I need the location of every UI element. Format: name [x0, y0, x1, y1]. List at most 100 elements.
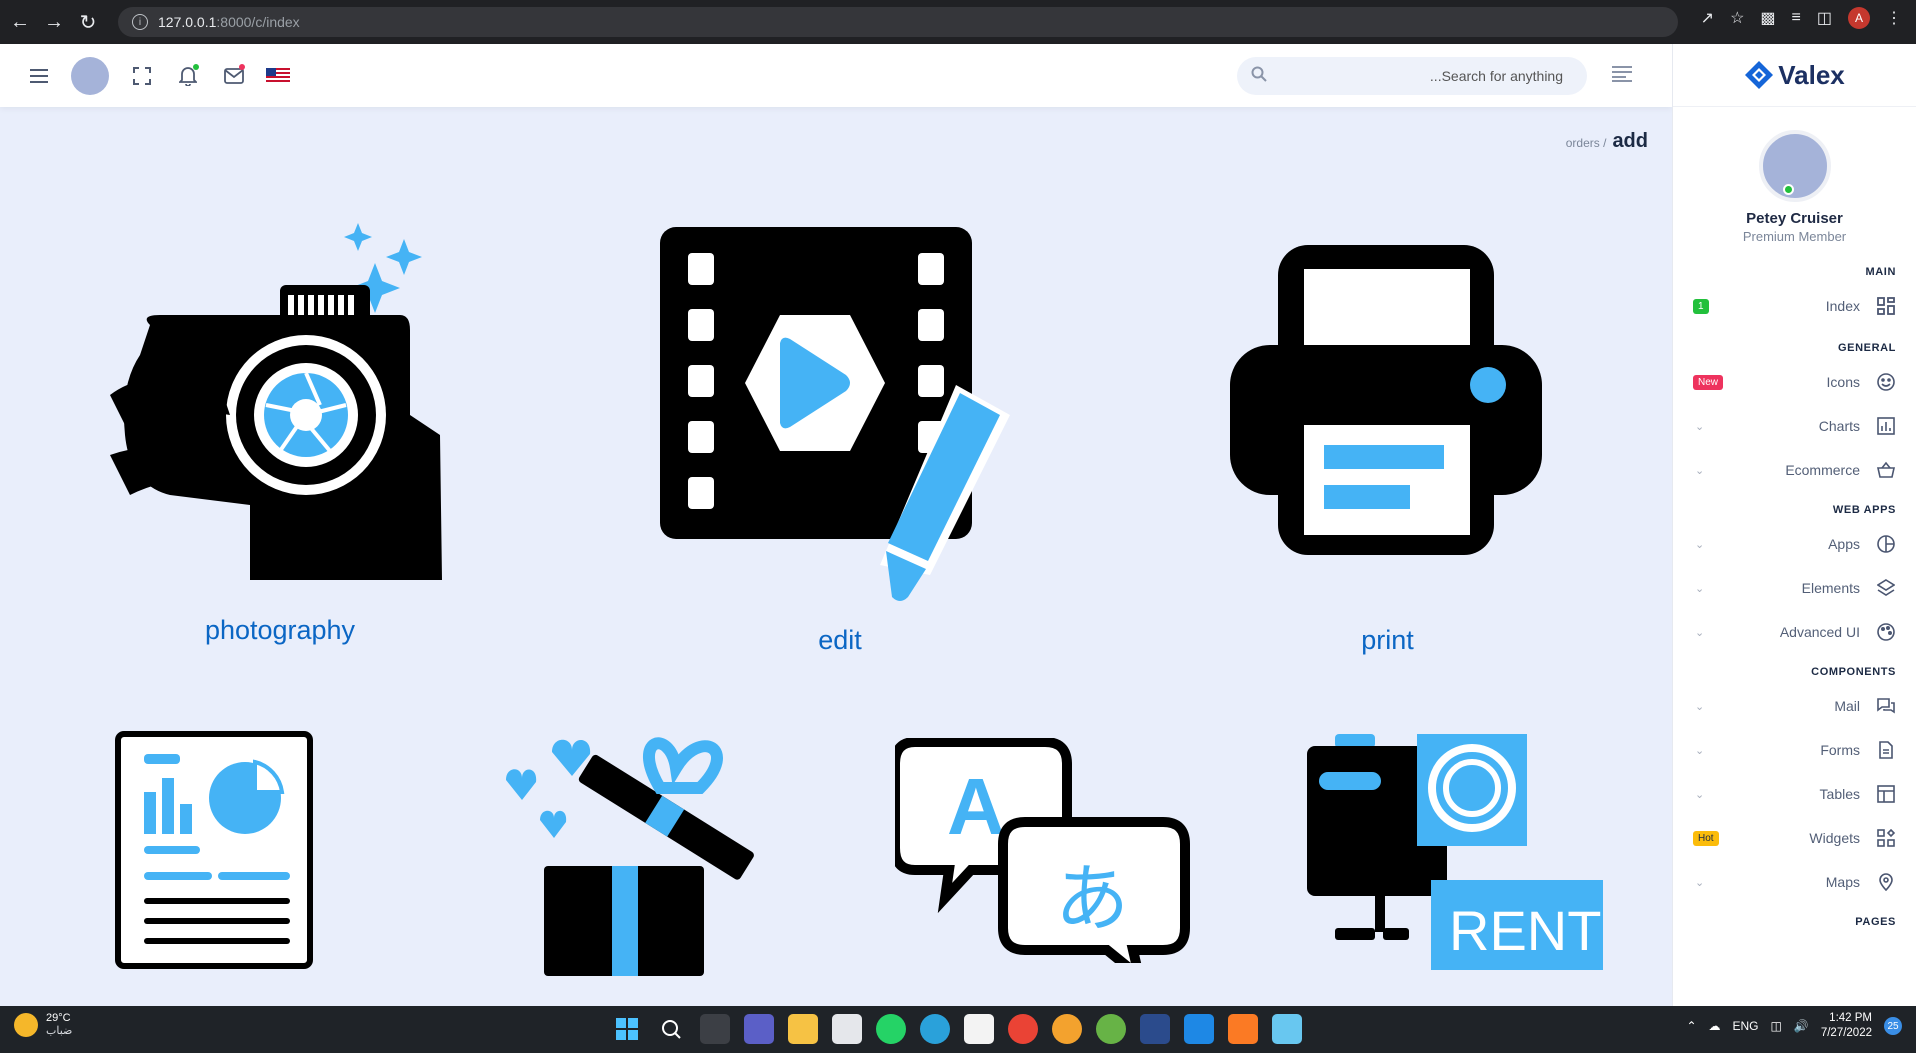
sidebar-item-charts[interactable]: ⌄ Charts [1673, 404, 1916, 448]
caption-print[interactable]: print [1230, 625, 1545, 656]
chat-bubbles-icon [1876, 696, 1896, 716]
sidebar-item-label: Maps [1825, 874, 1860, 890]
palette-icon [1876, 622, 1896, 642]
notification-count-badge[interactable]: 25 [1884, 1017, 1902, 1035]
translate-chat-icon: A あ [890, 737, 1190, 990]
caption-photography[interactable]: photography [110, 615, 450, 646]
extensions-icon[interactable]: ▩ [1760, 8, 1775, 28]
us-flag-icon[interactable] [265, 63, 291, 89]
sidebar-item-maps[interactable]: ⌄ Maps [1673, 860, 1916, 904]
layers-icon [1876, 578, 1896, 598]
mail-envelope-icon[interactable] [221, 63, 247, 89]
logo[interactable]: Valex [1673, 44, 1916, 107]
snipping-tool-icon[interactable] [964, 1014, 994, 1044]
notepad-icon[interactable] [1272, 1014, 1302, 1044]
hamburger-menu-icon[interactable] [26, 63, 52, 89]
vscode-icon[interactable] [1184, 1014, 1214, 1044]
user-avatar[interactable] [1758, 130, 1831, 202]
side-panel-icon[interactable]: ◫ [1817, 8, 1832, 28]
xampp-icon[interactable] [1228, 1014, 1258, 1044]
sidebar-item-label: Icons [1826, 374, 1860, 390]
windows-start-icon[interactable] [612, 1014, 642, 1044]
index-badge: 1 [1693, 298, 1709, 314]
brave-browser-icon[interactable] [1052, 1014, 1082, 1044]
chevron-down-icon: ⌄ [1695, 538, 1705, 551]
forward-arrow-icon[interactable]: → [40, 8, 68, 36]
network-icon[interactable]: ◫ [1771, 1019, 1782, 1033]
search-bar [1237, 57, 1587, 95]
menu-kebab-icon[interactable]: ⋮ [1886, 8, 1902, 28]
telegram-icon[interactable] [920, 1014, 950, 1044]
sidebar-item-label: Tables [1819, 786, 1860, 802]
smiley-icon [1876, 372, 1896, 392]
report-document-icon [115, 731, 313, 969]
search-icon[interactable] [656, 1014, 686, 1044]
address-bar[interactable]: i 127.0.0.1:8000/c/index [118, 7, 1678, 37]
fullscreen-icon[interactable] [129, 63, 155, 89]
whatsapp-icon[interactable] [876, 1014, 906, 1044]
card-edit[interactable]: edit [660, 225, 1020, 665]
video-edit-icon [660, 227, 1010, 601]
header-avatar[interactable] [71, 56, 109, 95]
url-host: 127.0.0.1 [158, 14, 217, 30]
sidebar-item-ecommerce[interactable]: ⌄ Ecommerce [1673, 448, 1916, 492]
sidebar-item-label: Apps [1828, 536, 1860, 552]
breadcrumb: orders / add [1566, 130, 1648, 153]
clock[interactable]: 1:42 PM 7/27/2022 [1821, 1011, 1872, 1041]
sidebar-item-mail[interactable]: ⌄ Mail [1673, 684, 1916, 728]
onedrive-cloud-icon[interactable]: ☁ [1709, 1019, 1721, 1033]
chrome-icon[interactable] [1008, 1014, 1038, 1044]
browser-toolbar: ← → ↻ i 127.0.0.1:8000/c/index ↗ ☆ ▩ ≡ ◫… [0, 0, 1916, 44]
site-info-icon[interactable]: i [132, 14, 148, 30]
caption-edit[interactable]: edit [660, 625, 1020, 656]
taskbar-apps [612, 1014, 1302, 1044]
card-rent[interactable]: RENT [1305, 732, 1605, 972]
dashboard-grid-icon [1876, 296, 1896, 316]
user-name: Petey Cruiser [1746, 210, 1843, 227]
url-path: :8000/c/index [216, 14, 300, 30]
reading-list-icon[interactable]: ≡ [1792, 9, 1801, 27]
sidebar-item-label: Forms [1820, 742, 1860, 758]
sidebar-item-advanced-ui[interactable]: ⌄ Advanced UI [1673, 610, 1916, 654]
card-print[interactable]: print [1230, 245, 1545, 665]
profile-avatar[interactable]: A [1848, 7, 1870, 29]
task-view-icon[interactable] [700, 1014, 730, 1044]
weather-widget[interactable]: 29°C ضباب [14, 1012, 72, 1037]
chevron-down-icon: ⌄ [1695, 420, 1705, 433]
chevron-down-icon: ⌄ [1695, 876, 1705, 889]
card-gift[interactable] [500, 728, 760, 978]
sidebar-item-widgets[interactable]: Hot Widgets [1673, 816, 1916, 860]
reload-icon[interactable]: ↻ [74, 8, 102, 36]
card-translate[interactable]: A あ [890, 737, 1195, 990]
sidebar-item-forms[interactable]: ⌄ Forms [1673, 728, 1916, 772]
search-icon[interactable] [1251, 66, 1267, 87]
sidebar-item-elements[interactable]: ⌄ Elements [1673, 566, 1916, 610]
sidebar-item-index[interactable]: 1 Index [1673, 284, 1916, 328]
chevron-up-icon[interactable]: ⌃ [1686, 1019, 1696, 1033]
sidebar-item-label: Ecommerce [1785, 462, 1860, 478]
sidebar-item-label: Charts [1818, 418, 1860, 434]
taskbar: 29°C ضباب ⌃ ☁ ENG ◫ 🔊 1:42 PM 7/27/2022 … [0, 1006, 1916, 1053]
language-indicator[interactable]: ENG [1733, 1019, 1759, 1033]
chevron-down-icon: ⌄ [1695, 788, 1705, 801]
powershell-icon[interactable] [1140, 1014, 1170, 1044]
search-input[interactable] [1267, 68, 1563, 84]
bookmark-star-icon[interactable]: ☆ [1730, 8, 1744, 28]
back-arrow-icon[interactable]: ← [6, 8, 34, 36]
right-sidebar-toggle-icon[interactable] [1612, 66, 1632, 87]
camera-icon [110, 223, 442, 580]
sidebar-item-apps[interactable]: ⌄ Apps [1673, 522, 1916, 566]
volume-icon[interactable]: 🔊 [1794, 1019, 1809, 1033]
card-report[interactable] [110, 730, 320, 970]
sidebar-item-tables[interactable]: ⌄ Tables [1673, 772, 1916, 816]
widgets-grid-icon [1876, 828, 1896, 848]
sidebar-item-icons[interactable]: New Icons [1673, 360, 1916, 404]
store-icon[interactable] [832, 1014, 862, 1044]
file-explorer-icon[interactable] [788, 1014, 818, 1044]
breadcrumb-orders[interactable]: orders / [1566, 136, 1607, 150]
share-icon[interactable]: ↗ [1701, 8, 1714, 28]
notification-bell-icon[interactable] [175, 63, 201, 89]
card-photography[interactable]: photography [110, 215, 450, 665]
utorrent-icon[interactable] [1096, 1014, 1126, 1044]
teams-chat-icon[interactable] [744, 1014, 774, 1044]
